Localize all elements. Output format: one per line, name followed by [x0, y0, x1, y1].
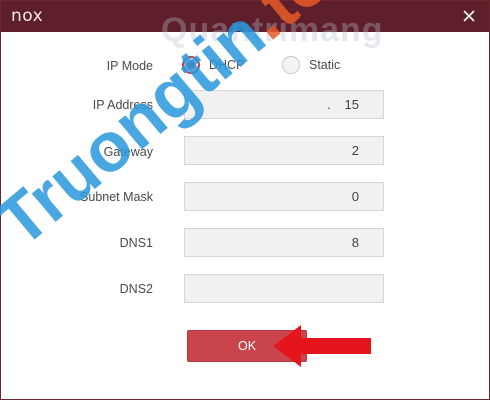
dns1-value: 8 — [351, 235, 359, 250]
static-radio[interactable]: Static — [282, 54, 340, 76]
ip-address-prefix: . — [327, 97, 331, 112]
radio-unchecked-icon — [282, 56, 300, 74]
red-arrow-icon — [273, 325, 371, 367]
subnet-mask-value: 0 — [351, 189, 359, 204]
watermark-main-text: Truongtin — [0, 0, 279, 262]
dns1-field[interactable]: 8 — [184, 228, 384, 257]
ip-address-value: 15 — [344, 97, 359, 112]
ip-mode-label: IP Mode — [106, 59, 153, 73]
dns2-label: DNS2 — [119, 282, 153, 296]
nox-logo: nox — [11, 6, 44, 26]
gateway-field[interactable]: 2 — [184, 136, 384, 165]
network-settings-window: nox Quantrimang IP Mode DHCP Static IP A… — [0, 0, 490, 400]
dns2-field[interactable] — [184, 274, 384, 303]
close-icon[interactable] — [461, 8, 477, 24]
gateway-value: 2 — [351, 143, 359, 158]
static-label: Static — [309, 58, 341, 72]
subnet-mask-field[interactable]: 0 — [184, 182, 384, 211]
